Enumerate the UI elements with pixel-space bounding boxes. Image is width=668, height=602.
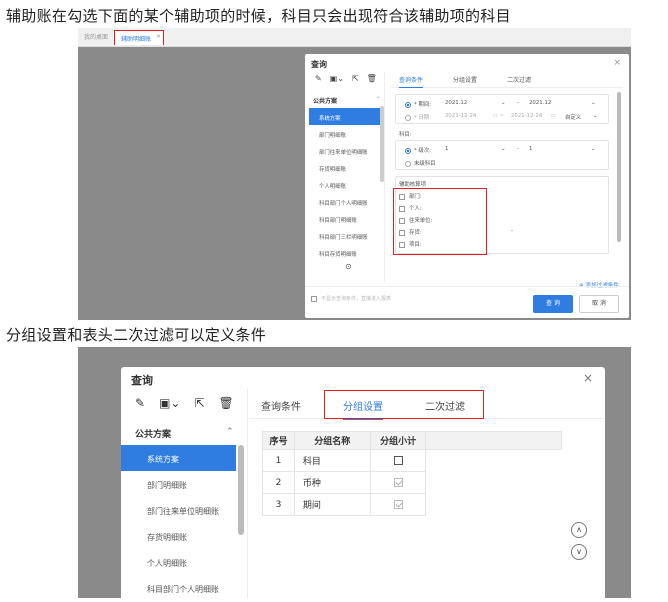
list-item[interactable]: 部门往来单位明细账 [121, 497, 236, 523]
level-from-select[interactable]: 1 [445, 146, 448, 152]
list-item[interactable]: 存货明细账 [309, 159, 381, 176]
list-item[interactable]: 部门明细账 [309, 125, 381, 142]
list-item[interactable]: 个人明细账 [121, 549, 236, 575]
highlight-box [393, 188, 487, 255]
list-item[interactable]: 科目部门三栏明细账 [309, 227, 381, 244]
edit-icon[interactable]: ✎ [315, 74, 322, 83]
chevron-up-icon[interactable]: ⌃ [226, 427, 234, 437]
column-header: 分组小计 [369, 431, 427, 450]
tab-secondary-filter[interactable]: 二次过滤 [507, 75, 531, 84]
column-header: 分组名称 [293, 431, 371, 450]
save-icon[interactable]: ▣⌄ [159, 396, 180, 410]
date-mode-select[interactable]: 自定义 [565, 113, 581, 121]
period-from-select[interactable]: 2021.12 [445, 100, 467, 106]
subtotal-checkbox[interactable] [393, 455, 403, 465]
tab-home[interactable]: 我的桌面 [84, 32, 108, 41]
chevron-up-icon: ⌃ [375, 96, 381, 103]
caption-top: 辅助账在勾选下面的某个辅助项的时候，科目只会出现符合该辅助项的科目 [6, 7, 511, 25]
list-item[interactable]: 科目部门个人明细账 [121, 575, 236, 598]
level-radio[interactable] [405, 147, 411, 154]
list-item[interactable]: 科目部门个人明细账 [309, 193, 381, 210]
list-item[interactable]: 个人明细账 [309, 176, 381, 193]
list-item[interactable]: 科目部门明细账 [309, 210, 381, 227]
tab-group-settings[interactable]: 分组设置 [453, 75, 477, 84]
delete-icon[interactable]: 🗑 [367, 74, 377, 83]
query-button[interactable]: 查 询 [533, 295, 573, 313]
skip-dialog-checkbox[interactable] [311, 295, 317, 302]
table-row[interactable]: 2 币种 [262, 471, 562, 494]
dialog-footer: 不显示查询条件，直接进入报表 查 询 取 消 [305, 286, 629, 318]
period-radio[interactable] [405, 101, 411, 108]
move-down-icon[interactable]: ∨ [571, 544, 587, 560]
list-item[interactable]: 部门往来单位明细账 [309, 142, 381, 159]
close-icon[interactable]: × [583, 371, 593, 385]
tab-bar: 我的桌面 辅助明细账 × [78, 28, 631, 47]
list-item[interactable]: 部门明细账 [121, 471, 236, 497]
tab-query-conditions[interactable]: 查询条件 [399, 75, 424, 88]
scrollbar[interactable] [238, 445, 244, 535]
cancel-button[interactable]: 取 消 [579, 295, 619, 313]
subtotal-checkbox[interactable] [393, 477, 403, 487]
column-header: 序号 [262, 431, 295, 450]
leaf-radio[interactable] [405, 160, 411, 167]
export-icon[interactable]: ⇱ [352, 74, 359, 83]
save-icon[interactable]: ▣⌄ [330, 74, 344, 83]
scheme-section-title[interactable]: 公共方案 ⌃ [313, 96, 383, 105]
aux-title: 辅助核算项 [399, 182, 426, 188]
export-icon[interactable]: ⇱ [194, 396, 204, 410]
tab-query-conditions[interactable]: 查询条件 [261, 398, 301, 413]
close-icon[interactable]: × [156, 33, 161, 40]
tab-aux-detail[interactable]: 辅助明细账 × [114, 30, 165, 45]
calendar-icon: ▭ ~ [493, 113, 505, 119]
scheme-section-title[interactable]: 公共方案 [135, 427, 171, 440]
screenshot-group-settings: 查询 × ✎ ▣⌄ ⇱ 🗑 公共方案 ⌃ 系统方案 部门明细账 部门往来单位明细… [78, 347, 631, 598]
list-item[interactable]: 科目存货明细账 [309, 244, 381, 261]
screenshot-query-conditions: 我的桌面 辅助明细账 × 查询 × ✎ ▣⌄ ⇱ 🗑 公共方案 ⌃ 系统方案 部门明… [78, 28, 631, 320]
scheme-list: 系统方案 部门明细账 部门往来单位明细账 存货明细账 个人明细账 科目部门个人明… [309, 108, 381, 261]
scrollbar[interactable] [617, 92, 621, 242]
list-item[interactable]: 系统方案 [121, 445, 236, 471]
table-row[interactable]: 1 科目 [262, 449, 562, 472]
query-dialog: 查询 × ✎ ▣⌄ ⇱ 🗑 公共方案 ⌃ 系统方案 部门明细账 部门往来单位明细… [121, 367, 605, 598]
scheme-list: 系统方案 部门明细账 部门往来单位明细账 存货明细账 个人明细账 科目部门个人明… [121, 445, 236, 598]
dialog-title: 查询 [131, 374, 153, 387]
date-to-input[interactable]: 2021-12-24 [511, 113, 542, 119]
highlight-box [324, 390, 484, 419]
level-to-select[interactable]: 1 [529, 146, 532, 152]
edit-icon[interactable]: ✎ [135, 396, 145, 410]
scrollbar[interactable] [380, 106, 384, 182]
condition-panel: 查询条件 分组设置 二次过滤 * 期间: 2021.12 ⌄ - 2021.12… [391, 72, 623, 289]
date-radio[interactable] [405, 114, 411, 121]
list-item[interactable]: 系统方案 [309, 108, 381, 125]
date-from-input[interactable]: 2021-12-24 [445, 113, 476, 119]
query-dialog: 查询 × ✎ ▣⌄ ⇱ 🗑 公共方案 ⌃ 系统方案 部门明细账 部门往来单位明细账… [305, 54, 629, 318]
clock-icon[interactable]: ⊙ [345, 262, 352, 271]
calendar-icon: ▭ [551, 113, 557, 119]
period-to-select[interactable]: 2021.12 [529, 100, 551, 106]
close-icon[interactable]: × [613, 58, 621, 68]
subject-label: 科目: [399, 132, 412, 138]
scheme-panel: ✎ ▣⌄ ⇱ 🗑 公共方案 ⌃ 系统方案 部门明细账 部门往来单位明细账 存货明细… [309, 72, 385, 282]
delete-icon[interactable]: 🗑 [219, 396, 234, 410]
table-row[interactable]: 3 期间 [262, 493, 562, 516]
caption-bottom: 分组设置和表头二次过滤可以定义条件 [6, 326, 267, 344]
group-table: 序号 分组名称 分组小计 1 科目 2 币种 3 期间 [262, 431, 562, 516]
list-item[interactable]: 存货明细账 [121, 523, 236, 549]
subtotal-checkbox[interactable] [393, 499, 403, 509]
move-up-icon[interactable]: ∧ [571, 522, 587, 538]
dialog-title: 查询 [311, 60, 327, 69]
